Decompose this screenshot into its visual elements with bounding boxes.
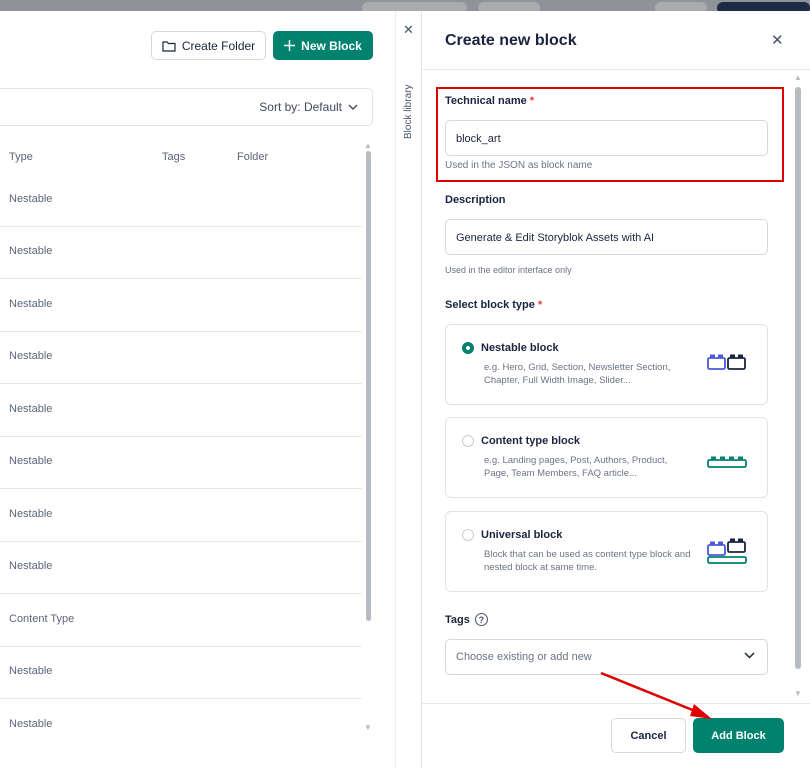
tags-placeholder: Choose existing or add new (456, 651, 592, 663)
table-row[interactable]: Nestable (0, 385, 362, 437)
option-description: e.g. Hero, Grid, Section, Newsletter Sec… (484, 362, 671, 386)
description-label: Description (445, 194, 506, 206)
row-type: Nestable (9, 665, 53, 677)
table-row[interactable]: Nestable (0, 542, 362, 594)
drawer-scrollbar[interactable] (795, 87, 801, 669)
scroll-up-arrow[interactable]: ▲ (364, 141, 372, 150)
content-type-block-option[interactable]: Content type block e.g. Landing pages, P… (445, 417, 768, 498)
option-description: Block that can be used as content type b… (484, 549, 691, 573)
help-icon[interactable]: ? (474, 613, 488, 626)
create-block-drawer: Create new block ✕ ▲ ▼ Technical name * … (421, 11, 810, 768)
cancel-button[interactable]: Cancel (611, 718, 686, 753)
block-type-label: Select block type * (445, 299, 542, 311)
chevron-down-icon (744, 652, 755, 659)
new-block-button[interactable]: New Block (273, 31, 373, 60)
block-library-panel: Create Folder New Block Sort by: Default… (0, 11, 395, 768)
sort-dropdown[interactable]: Sort by: Default (259, 100, 358, 114)
tags-label-text: Tags (445, 613, 470, 626)
column-header-type[interactable]: Type (9, 151, 33, 163)
tags-select[interactable]: Choose existing or add new (445, 639, 768, 675)
universal-radio[interactable] (462, 529, 474, 541)
sort-label: Sort by: Default (259, 100, 342, 114)
content-type-radio[interactable] (462, 435, 474, 447)
scroll-down-arrow[interactable]: ▼ (364, 723, 372, 732)
description-hint: Used in the editor interface only (445, 265, 572, 275)
close-icon[interactable]: ✕ (771, 31, 784, 49)
block-library-label-text: Block library (403, 84, 414, 139)
option-title: Content type block (481, 435, 581, 447)
drawer-header: Create new block ✕ (422, 11, 810, 70)
row-type: Nestable (9, 560, 53, 572)
row-type: Nestable (9, 245, 53, 257)
add-block-button[interactable]: Add Block (693, 718, 784, 753)
required-marker: * (529, 95, 535, 107)
option-title: Nestable block (481, 342, 559, 354)
row-type: Nestable (9, 403, 53, 415)
plus-icon (284, 40, 296, 51)
tags-label: Tags ? (445, 613, 488, 626)
list-scrollbar[interactable] (366, 151, 371, 621)
required-marker: * (537, 299, 543, 311)
column-header-tags[interactable]: Tags (162, 151, 185, 163)
scroll-down-arrow[interactable]: ▼ (794, 689, 802, 698)
row-type: Nestable (9, 455, 53, 467)
row-type: Content Type (9, 613, 75, 625)
option-description: e.g. Landing pages, Post, Authors, Produ… (484, 455, 668, 479)
table-row[interactable]: Nestable (0, 437, 362, 489)
table-row[interactable]: Nestable (0, 647, 362, 699)
table-row[interactable]: Content Type (0, 595, 362, 647)
table-row[interactable]: Nestable (0, 332, 362, 384)
row-type: Nestable (9, 193, 53, 205)
block-type-label-text: Select block type (445, 299, 535, 311)
row-type: Nestable (9, 718, 53, 730)
table-row[interactable]: Nestable (0, 490, 362, 542)
technical-name-input[interactable]: block_art (445, 120, 768, 156)
universal-block-option[interactable]: Universal block Block that can be used a… (445, 511, 768, 592)
technical-name-hint: Used in the JSON as block name (445, 160, 593, 171)
sort-bar: Sort by: Default (0, 88, 373, 126)
technical-name-label: Technical name * (445, 95, 534, 107)
create-folder-label: Create Folder (181, 38, 256, 53)
row-type: Nestable (9, 508, 53, 520)
nestable-block-option[interactable]: Nestable block e.g. Hero, Grid, Section,… (445, 324, 768, 405)
library-side-rail: ✕ Block library (395, 11, 421, 768)
row-type: Nestable (9, 350, 53, 362)
technical-name-label-text: Technical name (445, 95, 527, 107)
row-type: Nestable (9, 298, 53, 310)
universal-block-icon (707, 538, 747, 564)
close-library-icon[interactable]: ✕ (403, 22, 414, 38)
folder-icon (162, 40, 176, 52)
table-row[interactable]: Nestable (0, 280, 362, 332)
new-block-label: New Block (301, 38, 362, 53)
nestable-radio[interactable] (462, 342, 474, 354)
nestable-block-icon (707, 354, 746, 370)
table-row[interactable]: Nestable (0, 700, 362, 752)
option-title: Universal block (481, 529, 563, 541)
description-input[interactable]: Generate & Edit Storyblok Assets with AI (445, 219, 768, 255)
drawer-footer: Cancel Add Block (422, 703, 810, 768)
scroll-up-arrow[interactable]: ▲ (794, 73, 802, 82)
drawer-title: Create new block (445, 32, 577, 49)
table-row[interactable]: Nestable (0, 175, 362, 227)
chevron-down-icon (348, 104, 358, 110)
create-folder-button[interactable]: Create Folder (151, 31, 266, 60)
column-header-folder[interactable]: Folder (237, 151, 268, 163)
content-type-block-icon (707, 456, 747, 468)
table-row[interactable]: Nestable (0, 227, 362, 279)
